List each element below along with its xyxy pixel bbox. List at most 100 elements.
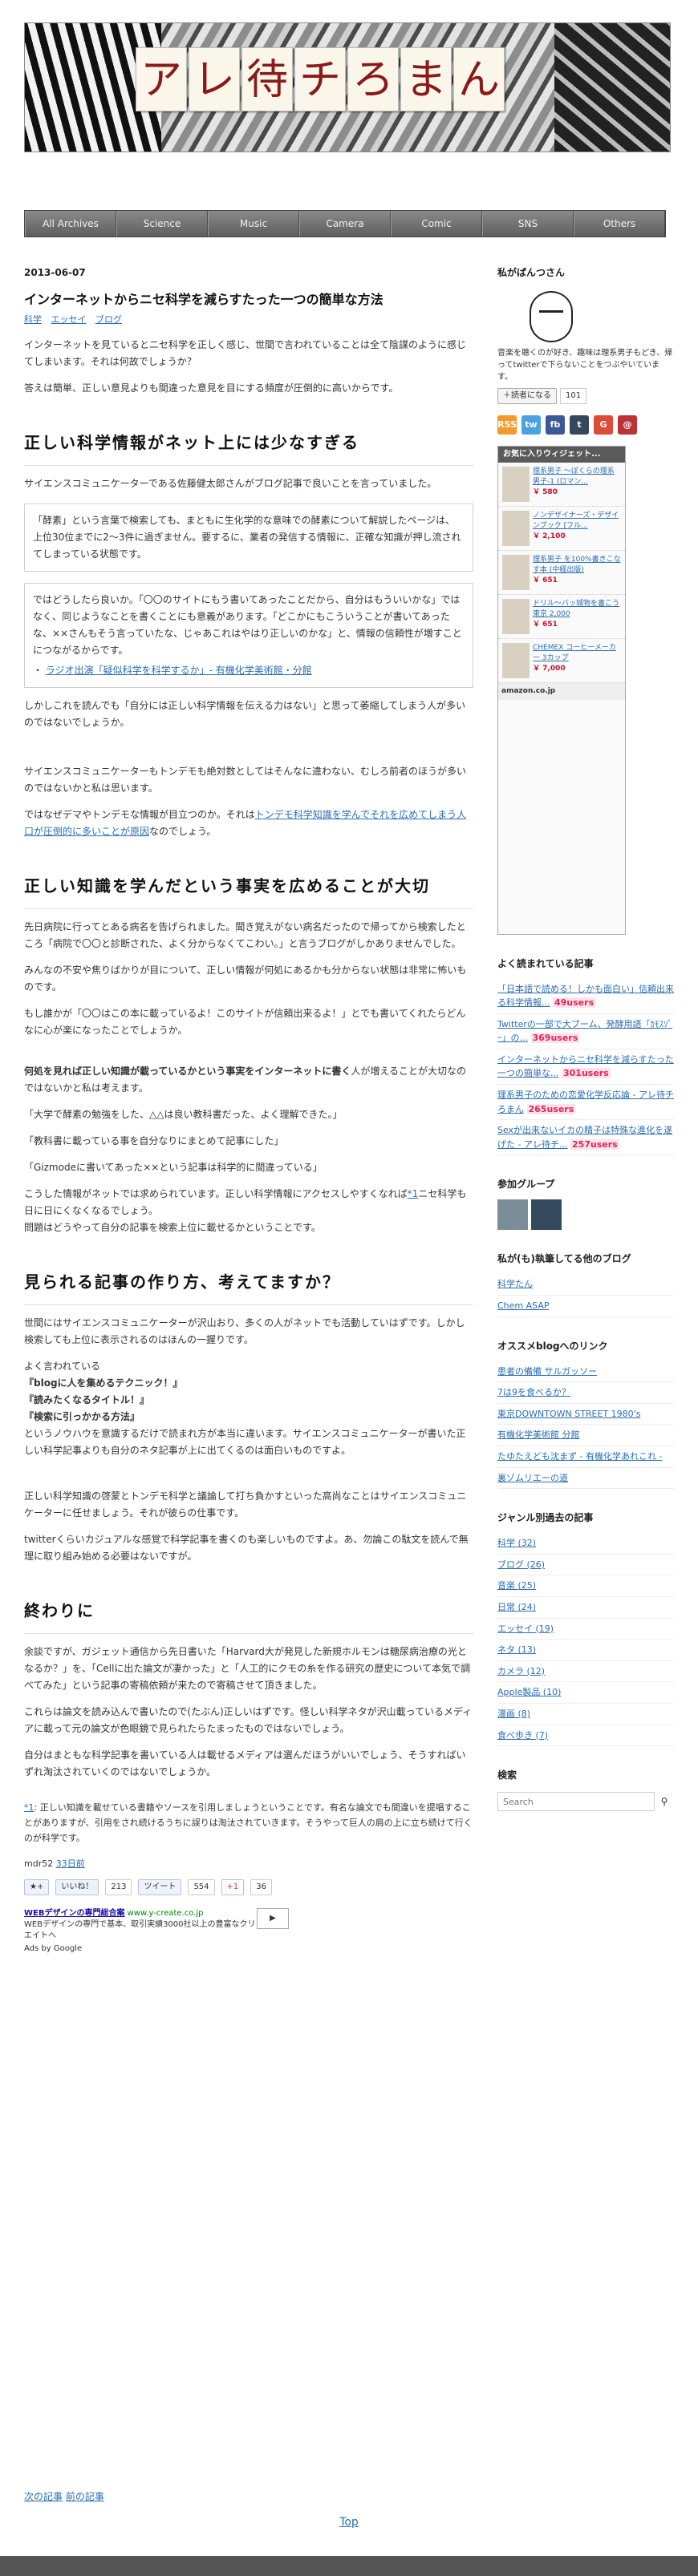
search-input[interactable] xyxy=(497,1792,655,1812)
mail-icon[interactable]: @ xyxy=(618,415,637,435)
google-icon[interactable]: G xyxy=(594,415,613,435)
nav-item-archives[interactable]: All Archives xyxy=(25,211,116,237)
blockquote: ではどうしたら良いか。「〇〇のサイトにもう書いてあったことだから、自分はもういい… xyxy=(24,582,473,688)
twitter-icon[interactable]: tw xyxy=(521,415,541,435)
list-item[interactable]: カメラ (12) xyxy=(497,1661,674,1683)
ad-title[interactable]: WEBデザインの専門総合案 xyxy=(24,1909,124,1918)
list-item[interactable]: 科学たん xyxy=(497,1274,674,1296)
logo-char: ま xyxy=(400,47,452,111)
list-item[interactable]: Sexが出来ないイカの精子は特殊な進化を遂げた - アレ待チ... 257use… xyxy=(497,1120,674,1156)
nav-item-comic[interactable]: Comic xyxy=(391,211,482,237)
list-item[interactable]: 漫画 (8) xyxy=(497,1704,674,1725)
list-item[interactable]: Twitterの一部で大ブーム、発酵用語「ｶﾓｽｿﾞｰ」の... 369user… xyxy=(497,1014,674,1049)
group-icon[interactable] xyxy=(531,1199,562,1231)
ad-url: www.y-create.co.jp xyxy=(127,1908,204,1918)
next-post-link[interactable]: 前の記事 xyxy=(66,2491,104,2502)
global-nav: All Archives Science Music Camera Comic … xyxy=(24,210,666,237)
amazon-item[interactable]: ドリル〜バッ城物を書こう 東京 2,000 ￥ 651 xyxy=(498,595,625,639)
list-item[interactable]: 食べ歩き (7) xyxy=(497,1725,674,1747)
article: 2013-06-07 インターネットからニセ科学を減らすたった一つの簡単な方法 … xyxy=(24,265,473,1955)
list-item[interactable]: エッセイ (19) xyxy=(497,1619,674,1640)
top-link[interactable]: Top xyxy=(339,2516,359,2529)
blockquote: 「酵素」という言葉で検索しても、まともに生化学的な意味での酵素について解説したペ… xyxy=(24,503,473,572)
list-item[interactable]: インターネットからニセ科学を減らすたった一つの簡単な... 301users xyxy=(497,1049,674,1086)
follow-count: 101 xyxy=(560,388,587,404)
nav-item-science[interactable]: Science xyxy=(116,211,208,237)
example-text: 「大学で酵素の勉強をした、△△は良い教科書だった、よく理解できた。」 xyxy=(24,1108,343,1120)
footnote-anchor[interactable]: *1 xyxy=(24,1802,34,1813)
post-time-link[interactable]: 33日前 xyxy=(56,1858,85,1869)
list-item[interactable]: 東京DOWNTOWN STREET 1980's xyxy=(497,1404,674,1425)
nav-item-sns[interactable]: SNS xyxy=(482,211,574,237)
list-item[interactable]: 裏ゾムリエーの道 xyxy=(497,1468,674,1490)
facebook-icon[interactable]: fb xyxy=(546,415,565,435)
nav-item-others[interactable]: Others xyxy=(574,211,665,237)
profile-title: 私がぱんつさん xyxy=(497,267,566,278)
quote-text: 「酵素」という言葉で検索しても、まともに生化学的な意味での酵素について解説したペ… xyxy=(33,514,461,560)
list-item[interactable]: 「日本語で読める！しかも面白い」信頼出来る科学情報... 49users xyxy=(497,979,674,1014)
list-item[interactable]: 患者の備備 サルガッソー xyxy=(497,1361,674,1383)
ad-block[interactable]: WEBデザインの専門総合案 www.y-create.co.jp WEBデザインの… xyxy=(24,1907,289,1955)
list-item[interactable]: 科学 (32) xyxy=(497,1533,674,1555)
amazon-item[interactable]: ノンデザイナーズ・デザインブック [フル... ￥ 2,100 xyxy=(498,507,625,551)
category-archive-list: 科学 (32) ブログ (26) 音楽 (25) 日常 (24) エッセイ (1… xyxy=(497,1533,674,1747)
follow-widget: ＋読者になる 101 xyxy=(497,388,674,404)
amazon-item[interactable]: 理系男子 〜ぼくらの理系男子-1 (ロマン... ￥ 580 xyxy=(498,463,625,507)
list-item[interactable]: 7は9を食べるか？ xyxy=(497,1382,674,1404)
group-icons xyxy=(497,1199,674,1231)
collage-graphic xyxy=(554,23,670,152)
ad-arrow-icon[interactable]: ▶ xyxy=(257,1907,289,1929)
site-logo[interactable]: ア レ 待 チ ろ ま ん xyxy=(136,47,505,111)
logo-char: レ xyxy=(189,47,240,111)
list-item[interactable]: 理系男子のための恋愛化学反応論 - アレ待チろまん 265users xyxy=(497,1085,674,1121)
like-button[interactable]: いいね！ xyxy=(55,1878,99,1895)
rss-icon[interactable]: RSS xyxy=(497,415,517,435)
paragraph: サイエンスコミュニケーターである佐藤健太郎さんがブログ記事で良いことを言っていま… xyxy=(24,477,437,489)
tweet-button[interactable]: ツイート xyxy=(138,1878,182,1895)
list-item[interactable]: ネタ (13) xyxy=(497,1640,674,1661)
amazon-item[interactable]: 理系男子 を100%書きこなす本 (中経出版) ￥ 651 xyxy=(498,551,625,595)
tumblr-icon[interactable]: t xyxy=(570,415,589,435)
paragraph: 正しい科学知識の啓蒙とトンデモ科学と議論して打ち負かすといった高尚なことはサイエ… xyxy=(24,1490,467,1519)
category-link[interactable]: エッセイ xyxy=(51,314,87,325)
category-link[interactable]: ブログ xyxy=(95,314,122,325)
quote-source-link[interactable]: ラジオ出演「疑似科学を科学するか」- 有機化学美術館・分館 xyxy=(46,665,312,676)
logo-char: ん xyxy=(453,47,505,111)
list-item[interactable]: 音楽 (25) xyxy=(497,1575,674,1597)
list-item[interactable]: Apple製品 (10) xyxy=(497,1682,674,1704)
tweet-count: 554 xyxy=(188,1878,215,1895)
star-button[interactable]: ★+ xyxy=(24,1878,50,1895)
paragraph: ではなぜデマやトンデモな情報が目立つのか。それはトンデモ科学知識を学んでそれを広… xyxy=(24,808,467,837)
amazon-item[interactable]: CHEMEX コーヒーメーカー 3カップ ￥ 7,000 xyxy=(498,639,625,683)
list-item[interactable]: 日常 (24) xyxy=(497,1597,674,1619)
group-icon[interactable] xyxy=(497,1199,528,1231)
post-date: 2013-06-07 xyxy=(24,267,86,278)
search-form: ⚲ xyxy=(497,1792,674,1812)
amazon-widget[interactable]: お気に入りウィジェット... 理系男子 〜ぼくらの理系男子-1 (ロマン... ￥… xyxy=(497,445,626,935)
list-item[interactable]: たゆたえども沈まず - 有機化学あれこれ - xyxy=(497,1446,674,1468)
logo-char: 待 xyxy=(241,47,293,111)
social-icons: RSS tw fb t G @ xyxy=(497,415,674,435)
footnote: *1: 正しい知識を載せている書籍やソースを引用しましょうということです。有名な… xyxy=(24,1802,473,1844)
post-categories: 科学 エッセイ ブログ xyxy=(24,312,473,327)
paragraph: こうした情報がネットでは求められています。正しい科学情報にアクセスしやすくなれば… xyxy=(24,1187,467,1233)
category-link[interactable]: 科学 xyxy=(24,314,42,325)
list-item[interactable]: Chem ASAP xyxy=(497,1296,674,1317)
author-name[interactable]: mdr52 xyxy=(24,1858,53,1869)
footnote-ref[interactable]: *1 xyxy=(408,1188,419,1199)
related-list: 科学たん Chem ASAP xyxy=(497,1274,674,1317)
site-header[interactable]: ア レ 待 チ ろ ま ん xyxy=(24,22,671,152)
list-item[interactable]: 有機化学美術館 分館 xyxy=(497,1425,674,1446)
category-archive-title: ジャンル別過去の記事 xyxy=(497,1512,594,1524)
list-item[interactable]: ブログ (26) xyxy=(497,1555,674,1576)
prev-post-link[interactable]: 次の記事 xyxy=(24,2491,63,2502)
logo-char: チ xyxy=(294,47,346,111)
plusone-button[interactable]: +1 xyxy=(221,1878,245,1895)
post-title[interactable]: インターネットからニセ科学を減らすたった一つの簡単な方法 xyxy=(24,289,473,310)
nav-item-music[interactable]: Music xyxy=(208,211,299,237)
amazon-logo[interactable]: amazon.co.jp xyxy=(498,683,625,701)
follow-button[interactable]: ＋読者になる xyxy=(497,388,557,404)
nav-item-camera[interactable]: Camera xyxy=(299,211,391,237)
search-icon[interactable]: ⚲ xyxy=(655,1792,674,1811)
logo-char: ろ xyxy=(347,47,399,111)
